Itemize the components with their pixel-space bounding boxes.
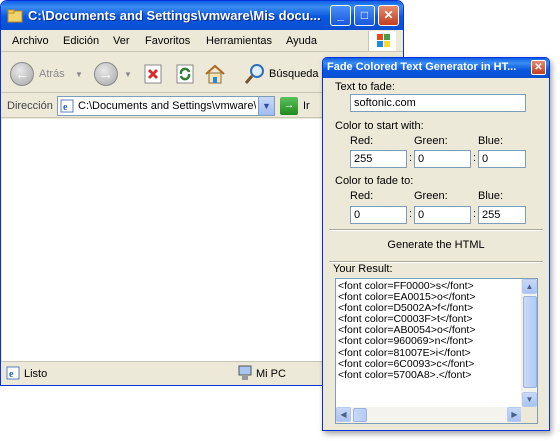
start-blue-label: Blue: — [478, 135, 504, 147]
start-red-input[interactable]: 255 — [350, 150, 407, 168]
scroll-left-icon[interactable]: ◀ — [336, 407, 351, 422]
start-green-label: Green: — [414, 135, 448, 147]
menu-ver[interactable]: Ver — [113, 35, 130, 47]
text-to-fade-label: Text to fade: — [335, 81, 395, 93]
end-blue-label: Blue: — [478, 190, 504, 202]
maximize-button[interactable]: □ — [354, 5, 375, 26]
dialog-title: Fade Colored Text Generator in HT... — [327, 61, 517, 73]
end-green-label: Green: — [414, 190, 448, 202]
result-line: <font color=D5002A>f</font> — [338, 303, 474, 315]
home-icon[interactable] — [204, 63, 226, 85]
horizontal-scrollbar[interactable]: ◀ ▶ — [336, 407, 522, 423]
result-line: <font color=81007E>i</font> — [338, 347, 471, 359]
dialog-titlebar[interactable]: Fade Colored Text Generator in HT... ✕ — [323, 58, 549, 78]
address-input[interactable]: e C:\Documents and Settings\vmware\ ▼ — [57, 96, 275, 116]
scroll-up-icon[interactable]: ▲ — [522, 279, 537, 294]
address-dropdown-icon[interactable]: ▼ — [258, 97, 274, 115]
browser-title: C:\Documents and Settings\vmware\Mis doc… — [28, 8, 321, 23]
end-blue-input[interactable]: 255 — [478, 206, 526, 224]
address-label: Dirección — [7, 100, 53, 112]
end-green-input[interactable]: 0 — [414, 206, 471, 224]
ie-page-icon: e — [60, 99, 74, 113]
result-textarea[interactable]: <font color=FF0000>s</font> <font color=… — [335, 278, 538, 424]
forward-arrow-icon[interactable]: → — [94, 62, 118, 86]
stop-icon[interactable] — [142, 63, 164, 85]
generate-html-button[interactable]: Generate the HTML — [329, 233, 543, 257]
go-label[interactable]: Ir — [303, 100, 310, 112]
search-label[interactable]: Búsqueda — [269, 68, 319, 80]
end-color-label: Color to fade to: — [335, 175, 414, 187]
back-dropdown-icon[interactable]: ▼ — [75, 70, 83, 79]
folder-icon — [7, 9, 23, 23]
go-arrow-icon[interactable]: → — [280, 97, 298, 115]
result-line: <font color=AB0054>o</font> — [338, 325, 476, 337]
status-text: Listo — [24, 368, 48, 380]
back-label[interactable]: Atrás — [39, 68, 65, 80]
scrollbar-corner — [521, 407, 537, 423]
minimize-button[interactable]: _ — [330, 5, 351, 26]
start-red-label: Red: — [350, 135, 374, 147]
status-zone: Mi PC — [256, 368, 286, 380]
search-icon[interactable] — [244, 63, 266, 85]
divider — [329, 229, 543, 231]
end-red-input[interactable]: 0 — [350, 206, 407, 224]
forward-dropdown-icon[interactable]: ▼ — [124, 70, 132, 79]
fade-text-dialog: Fade Colored Text Generator in HT... ✕ T… — [322, 57, 550, 431]
dialog-close-button[interactable]: ✕ — [531, 60, 546, 75]
computer-icon — [238, 365, 252, 380]
refresh-icon[interactable] — [174, 63, 196, 85]
vertical-scroll-thumb[interactable] — [523, 296, 537, 388]
windows-flag-icon — [377, 34, 390, 47]
result-line: <font color=6C0093>c</font> — [338, 358, 475, 370]
end-red-label: Red: — [350, 190, 374, 202]
menu-bar: Archivo Edición Ver Favoritos Herramient… — [1, 30, 403, 52]
separator: : — [473, 208, 477, 220]
result-line: <font color=5700A8>.</font> — [338, 369, 472, 381]
ie-page-icon: e — [6, 366, 20, 380]
menu-favoritos[interactable]: Favoritos — [145, 35, 190, 47]
text-to-fade-input[interactable]: softonic.com — [350, 94, 526, 112]
result-label: Your Result: — [333, 263, 393, 275]
start-blue-input[interactable]: 0 — [478, 150, 526, 168]
scroll-right-icon[interactable]: ▶ — [507, 407, 522, 422]
result-lines: <font color=FF0000>s</font> <font color=… — [338, 281, 524, 381]
separator: : — [409, 208, 413, 220]
svg-text:e: e — [9, 369, 14, 380]
menu-herramientas[interactable]: Herramientas — [206, 35, 272, 47]
horizontal-scroll-thumb[interactable] — [353, 408, 367, 422]
result-line: <font color=960069>n</font> — [338, 336, 474, 348]
result-line: <font color=C0003F>t</font> — [338, 314, 473, 326]
close-button[interactable]: ✕ — [378, 5, 399, 26]
svg-text:e: e — [63, 102, 68, 113]
browser-titlebar[interactable]: C:\Documents and Settings\vmware\Mis doc… — [1, 1, 403, 30]
menu-archivo[interactable]: Archivo — [12, 35, 49, 47]
windows-logo — [368, 31, 396, 51]
back-arrow-icon[interactable]: ← — [10, 62, 34, 86]
separator: : — [473, 152, 477, 164]
separator: : — [409, 152, 413, 164]
result-line: <font color=FF0000>s</font> — [338, 281, 474, 292]
start-green-input[interactable]: 0 — [414, 150, 471, 168]
menu-edicion[interactable]: Edición — [63, 35, 99, 47]
menu-ayuda[interactable]: Ayuda — [286, 35, 317, 47]
address-value: C:\Documents and Settings\vmware\ — [78, 100, 256, 112]
result-line: <font color=EA0015>o</font> — [338, 292, 476, 304]
vertical-scrollbar[interactable]: ▲ ▼ — [521, 279, 537, 407]
scroll-down-icon[interactable]: ▼ — [522, 392, 537, 407]
start-color-label: Color to start with: — [335, 120, 424, 132]
